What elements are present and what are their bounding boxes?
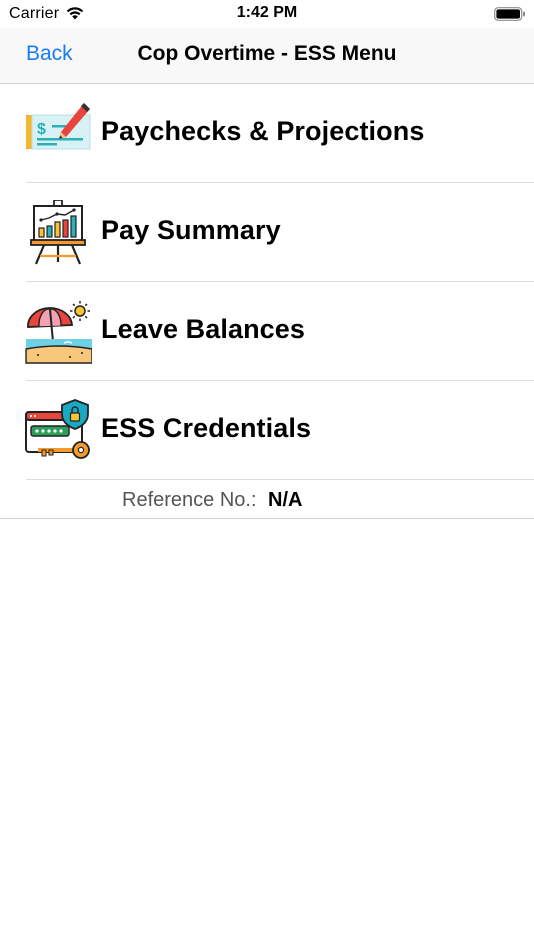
- check-pen-icon: $: [26, 103, 91, 150]
- password-key-shield-icon: [25, 399, 90, 459]
- reference-label: Reference No.:: [122, 489, 257, 511]
- menu-item-label: Leave Balances: [101, 314, 306, 344]
- menu-item-ess-credentials[interactable]: ESS Credentials: [0, 381, 534, 480]
- ess-menu-list: $ Paychecks & Projections Pay Summary Le…: [0, 84, 534, 480]
- menu-item-pay-summary[interactable]: Pay Summary: [0, 183, 534, 282]
- menu-item-label: Pay Summary: [101, 215, 281, 245]
- menu-item-label: Paychecks & Projections: [101, 116, 425, 146]
- menu-item-paychecks[interactable]: $ Paychecks & Projections: [0, 84, 534, 183]
- reference-row: Reference No.: N/A: [0, 480, 534, 519]
- beach-umbrella-icon: [25, 301, 92, 364]
- menu-item-label: ESS Credentials: [101, 413, 312, 443]
- reference-value: N/A: [268, 489, 303, 511]
- svg-text:$: $: [37, 121, 46, 138]
- navigation-bar: Back Cop Overtime - ESS Menu: [0, 28, 534, 84]
- chart-easel-icon: [30, 200, 86, 265]
- battery-full-icon: [494, 7, 525, 21]
- menu-item-leave-balances[interactable]: Leave Balances: [0, 282, 534, 381]
- status-bar: Carrier 1:42 PM: [0, 0, 534, 28]
- status-time: 1:42 PM: [236, 4, 298, 21]
- page-title: Cop Overtime - ESS Menu: [137, 42, 397, 65]
